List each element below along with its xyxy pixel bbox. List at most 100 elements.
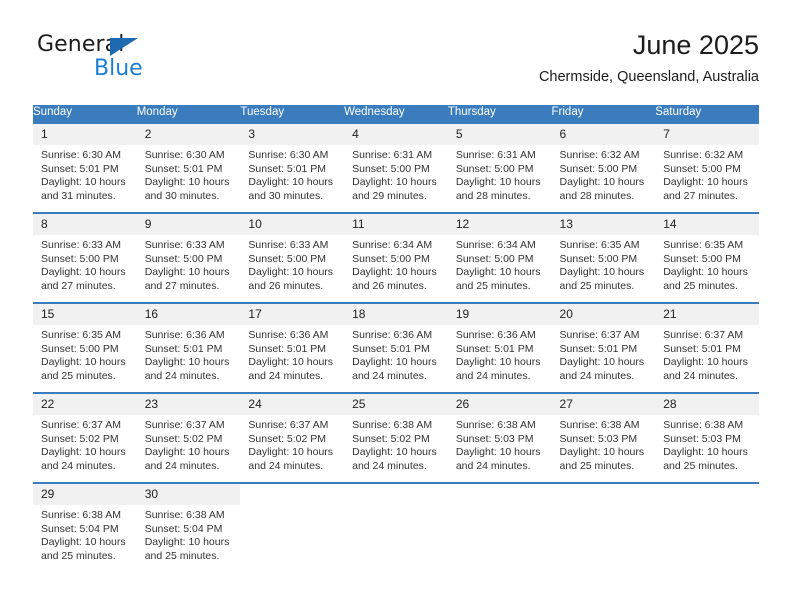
sunrise-text: Sunrise: 6:33 AM xyxy=(248,239,329,251)
day-cell[interactable]: 15 Sunrise: 6:35 AM Sunset: 5:00 PM Dayligh… xyxy=(33,304,137,392)
general-blue-logo[interactable]: General Blue xyxy=(37,32,217,88)
day-cell[interactable]: 19 Sunrise: 6:36 AM Sunset: 5:01 PM Dayligh… xyxy=(447,304,552,392)
sunset-text: Sunset: 5:04 PM xyxy=(41,522,119,535)
sunset-text: Sunset: 5:01 PM xyxy=(352,342,430,355)
day-cell[interactable]: 2 Sunrise: 6:30 AM Sunset: 5:01 PM Daylight… xyxy=(136,124,241,212)
day-cell[interactable]: 22 Sunrise: 6:37 AM Sunset: 5:02 PM Dayligh… xyxy=(33,394,137,482)
day-number: 30 xyxy=(136,484,241,505)
daylight-text-line2: and 27 minutes. xyxy=(663,189,738,202)
sunrise-sunset-calendar: Sunday Monday Tuesday Wednesday Thursday… xyxy=(33,105,759,572)
daylight-text-line2: and 27 minutes. xyxy=(144,279,220,292)
daylight-text-line1: Daylight: 10 hours xyxy=(248,176,334,189)
title-block: June 2025 Chermside, Queensland, Austral… xyxy=(539,28,759,86)
day-cell[interactable]: 16 Sunrise: 6:36 AM Sunset: 5:01 PM Dayligh… xyxy=(136,304,241,392)
day-cell[interactable]: 4 Sunrise: 6:31 AM Sunset: 5:00 PM Daylight… xyxy=(344,124,448,212)
day-details: Sunrise: 6:35 AM Sunset: 5:00 PM Daylight:… xyxy=(33,325,137,383)
day-cell[interactable]: 10 Sunrise: 6:33 AM Sunset: 5:00 PM Dayligh… xyxy=(240,214,345,302)
day-cell[interactable]: 7 Sunrise: 6:32 AM Sunset: 5:00 PM Daylight… xyxy=(655,124,759,212)
weekday-header-saturday: Saturday xyxy=(655,105,759,124)
day-number: 9 xyxy=(136,214,241,235)
weekday-header-monday: Monday xyxy=(136,105,241,124)
day-cell[interactable]: 6 Sunrise: 6:32 AM Sunset: 5:00 PM Daylight… xyxy=(551,124,656,212)
day-number: 13 xyxy=(551,214,656,235)
sunset-text: Sunset: 5:01 PM xyxy=(663,342,741,355)
calendar-page: General Blue June 2025 Chermside, Queens… xyxy=(0,0,792,612)
sunrise-text: Sunrise: 6:35 AM xyxy=(663,239,744,251)
day-details: Sunrise: 6:38 AM Sunset: 5:02 PM Daylight:… xyxy=(344,415,448,473)
day-cell[interactable]: 28 Sunrise: 6:38 AM Sunset: 5:03 PM Dayligh… xyxy=(655,394,759,482)
day-cell[interactable]: 20 Sunrise: 6:37 AM Sunset: 5:01 PM Dayligh… xyxy=(551,304,656,392)
day-cell[interactable]: 3 Sunrise: 6:30 AM Sunset: 5:01 PM Daylight… xyxy=(240,124,345,212)
day-details: Sunrise: 6:30 AM Sunset: 5:01 PM Daylight:… xyxy=(240,145,344,203)
day-cell[interactable]: 18 Sunrise: 6:36 AM Sunset: 5:01 PM Dayligh… xyxy=(344,304,448,392)
weekday-header-tuesday: Tuesday xyxy=(240,105,345,124)
day-cell[interactable]: 11 Sunrise: 6:34 AM Sunset: 5:00 PM Dayligh… xyxy=(344,214,448,302)
day-cell[interactable]: 1 Sunrise: 6:30 AM Sunset: 5:01 PM Daylight… xyxy=(33,124,137,212)
daylight-text-line1: Daylight: 10 hours xyxy=(41,536,126,549)
day-cell[interactable]: 23 Sunrise: 6:37 AM Sunset: 5:02 PM Dayligh… xyxy=(136,394,241,482)
daylight-text-line1: Daylight: 10 hours xyxy=(663,356,748,369)
daylight-text-line1: Daylight: 10 hours xyxy=(41,446,126,459)
sunset-text: Sunset: 5:00 PM xyxy=(559,252,638,265)
day-cell[interactable]: 9 Sunrise: 6:33 AM Sunset: 5:00 PM Daylight… xyxy=(136,214,241,302)
day-number: 7 xyxy=(655,124,759,145)
day-details: Sunrise: 6:38 AM Sunset: 5:03 PM Daylight:… xyxy=(655,415,759,473)
day-cell[interactable]: 25 Sunrise: 6:38 AM Sunset: 5:02 PM Dayligh… xyxy=(344,394,448,482)
day-cell[interactable]: 24 Sunrise: 6:37 AM Sunset: 5:02 PM Dayligh… xyxy=(240,394,345,482)
daylight-text-line1: Daylight: 10 hours xyxy=(455,356,541,369)
day-cell[interactable]: 8 Sunrise: 6:33 AM Sunset: 5:00 PM Daylight… xyxy=(33,214,137,302)
daylight-text-line2: and 31 minutes. xyxy=(41,189,116,202)
day-cell[interactable]: 30 Sunrise: 6:38 AM Sunset: 5:04 PM Dayligh… xyxy=(136,484,241,572)
sunset-text: Sunset: 5:01 PM xyxy=(41,162,119,175)
daylight-text-line1: Daylight: 10 hours xyxy=(248,446,334,459)
day-cell[interactable]: 27 Sunrise: 6:38 AM Sunset: 5:03 PM Dayligh… xyxy=(551,394,656,482)
daylight-text-line2: and 24 minutes. xyxy=(455,459,531,472)
sunrise-text: Sunrise: 6:32 AM xyxy=(559,149,640,161)
day-cell[interactable]: 29 Sunrise: 6:38 AM Sunset: 5:04 PM Dayligh… xyxy=(33,484,137,572)
day-cell[interactable]: 12 Sunrise: 6:34 AM Sunset: 5:00 PM Dayligh… xyxy=(447,214,552,302)
daylight-text-line1: Daylight: 10 hours xyxy=(144,536,230,549)
sunset-text: Sunset: 5:01 PM xyxy=(559,342,638,355)
sunset-text: Sunset: 5:01 PM xyxy=(144,342,223,355)
day-cell[interactable]: 5 Sunrise: 6:31 AM Sunset: 5:00 PM Daylight… xyxy=(447,124,552,212)
day-cell[interactable]: 17 Sunrise: 6:36 AM Sunset: 5:01 PM Dayligh… xyxy=(240,304,345,392)
day-details: Sunrise: 6:38 AM Sunset: 5:04 PM Daylight:… xyxy=(137,505,241,563)
sunrise-text: Sunrise: 6:36 AM xyxy=(352,329,433,341)
sunrise-text: Sunrise: 6:38 AM xyxy=(41,509,121,521)
day-details: Sunrise: 6:34 AM Sunset: 5:00 PM Daylight:… xyxy=(344,235,448,293)
daylight-text-line1: Daylight: 10 hours xyxy=(248,266,334,279)
day-cell[interactable]: 26 Sunrise: 6:38 AM Sunset: 5:03 PM Dayligh… xyxy=(447,394,552,482)
sunrise-text: Sunrise: 6:37 AM xyxy=(41,419,121,431)
sunrise-text: Sunrise: 6:36 AM xyxy=(455,329,536,341)
day-cell-empty xyxy=(344,484,448,572)
sunrise-text: Sunrise: 6:30 AM xyxy=(144,149,225,161)
sunset-text: Sunset: 5:00 PM xyxy=(663,252,741,265)
day-details: Sunrise: 6:36 AM Sunset: 5:01 PM Daylight:… xyxy=(240,325,344,383)
daylight-text-line2: and 25 minutes. xyxy=(559,459,635,472)
day-number xyxy=(447,484,552,505)
sunrise-text: Sunrise: 6:36 AM xyxy=(144,329,225,341)
day-number: 6 xyxy=(551,124,656,145)
daylight-text-line2: and 24 minutes. xyxy=(559,369,635,382)
sunset-text: Sunset: 5:01 PM xyxy=(248,342,327,355)
day-number xyxy=(655,484,759,505)
day-number: 27 xyxy=(551,394,656,415)
day-number xyxy=(551,484,656,505)
day-cell[interactable]: 14 Sunrise: 6:35 AM Sunset: 5:00 PM Dayligh… xyxy=(655,214,759,302)
sunrise-text: Sunrise: 6:33 AM xyxy=(144,239,225,251)
day-cell[interactable]: 21 Sunrise: 6:37 AM Sunset: 5:01 PM Dayligh… xyxy=(655,304,759,392)
daylight-text-line1: Daylight: 10 hours xyxy=(144,446,230,459)
day-details: Sunrise: 6:38 AM Sunset: 5:04 PM Daylight:… xyxy=(33,505,137,563)
day-number: 12 xyxy=(447,214,552,235)
day-details: Sunrise: 6:35 AM Sunset: 5:00 PM Daylight:… xyxy=(552,235,656,293)
sunset-text: Sunset: 5:00 PM xyxy=(455,252,534,265)
sunset-text: Sunset: 5:01 PM xyxy=(248,162,327,175)
day-number: 1 xyxy=(33,124,137,145)
day-details: Sunrise: 6:37 AM Sunset: 5:01 PM Daylight:… xyxy=(552,325,656,383)
day-number: 24 xyxy=(240,394,345,415)
day-number: 26 xyxy=(447,394,552,415)
sunrise-text: Sunrise: 6:30 AM xyxy=(248,149,329,161)
sunset-text: Sunset: 5:02 PM xyxy=(248,432,327,445)
day-cell[interactable]: 13 Sunrise: 6:35 AM Sunset: 5:00 PM Dayligh… xyxy=(551,214,656,302)
day-details: Sunrise: 6:31 AM Sunset: 5:00 PM Daylight:… xyxy=(448,145,552,203)
